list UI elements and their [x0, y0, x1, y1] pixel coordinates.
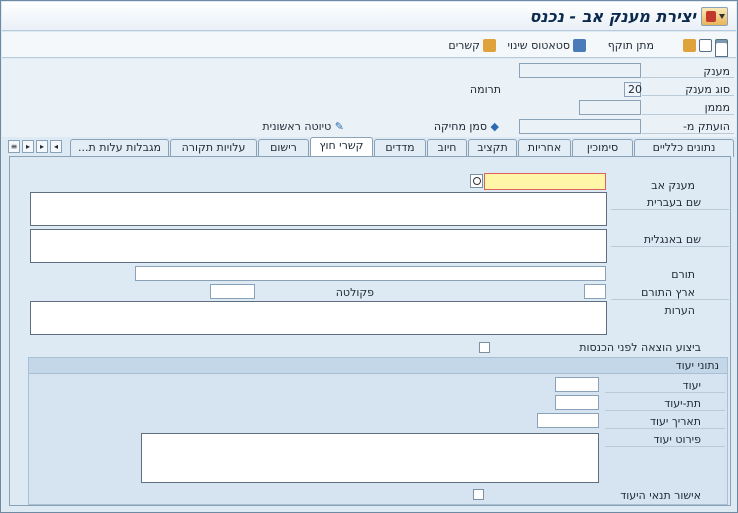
divider: [611, 246, 729, 247]
divider: [605, 392, 725, 393]
divider: [642, 95, 734, 96]
tab-external-relations[interactable]: קשרי חוץ: [310, 137, 373, 157]
tab-scroll-right[interactable]: ▸: [36, 140, 48, 153]
tab-budget[interactable]: תקציב: [468, 139, 517, 157]
divider: [605, 410, 725, 411]
display-document-icon[interactable]: [699, 38, 712, 52]
validate-label: מתן תוקף: [607, 38, 654, 52]
validate-button[interactable]: מתן תוקף: [608, 37, 654, 53]
purpose-section-title: נתוני יעוד: [675, 359, 719, 372]
divider: [642, 77, 734, 78]
donor-label: תורם: [671, 268, 695, 281]
funder-label: מממן: [704, 101, 730, 114]
purpose-terms-label: אישור תנאי היעוד: [620, 489, 701, 502]
parent-grant-label: מענק אב: [651, 179, 695, 192]
tab-list-button[interactable]: ▸: [22, 140, 34, 153]
title-bar: יצירת מענק אב - נכנס: [2, 2, 736, 31]
layout-icon[interactable]: [715, 39, 728, 57]
tab-cost-limits[interactable]: מגבלות עלות ת...: [70, 139, 169, 157]
pre-income-checkbox[interactable]: [479, 342, 490, 353]
purpose-label: יעוד: [682, 379, 701, 392]
page-title: יצירת מענק אב - נכנס: [529, 7, 696, 26]
purpose-detail-label: פירוט יעוד: [653, 433, 701, 446]
tab-metrics[interactable]: מדדים: [374, 139, 426, 157]
create-icon[interactable]: [683, 38, 696, 52]
divider: [605, 446, 725, 447]
grant-type-field[interactable]: 20: [624, 82, 642, 97]
hebrew-name-label: שם בעברית: [646, 196, 701, 209]
tab-general[interactable]: נתונים כלליים: [634, 139, 734, 157]
tb-icons-group: [683, 37, 728, 57]
divider: [611, 209, 729, 210]
notes-field[interactable]: [30, 301, 607, 335]
window-frame: יצירת מענק אב - נכנס מתן תוקף סטאטוס שינ…: [0, 0, 738, 513]
faculty-label: פקולטה: [335, 286, 374, 299]
relations-label: קשרים: [448, 38, 480, 52]
copied-from-field[interactable]: [519, 119, 641, 134]
relations-button[interactable]: קשרים: [448, 37, 496, 53]
purpose-date-field[interactable]: [537, 413, 599, 428]
first-draft-label[interactable]: ✎ טיוטה ראשונית: [262, 120, 344, 133]
system-menu-button[interactable]: [701, 7, 728, 26]
faculty-field[interactable]: [210, 284, 255, 299]
copied-from-label: הועתק מ-: [682, 120, 730, 133]
diamond-icon: ◆: [490, 120, 499, 133]
delete-mark-label[interactable]: ◆ סמן מחיקה: [434, 120, 499, 133]
status-icon: [573, 38, 586, 52]
relations-icon: [483, 38, 496, 52]
grant-field[interactable]: [519, 63, 641, 78]
donor-country-field[interactable]: [584, 284, 606, 299]
tab-billing[interactable]: חיוב: [427, 139, 467, 157]
parent-grant-field[interactable]: [484, 173, 606, 190]
tab-references[interactable]: סימוכין: [572, 139, 633, 157]
tab-menu-button[interactable]: ≡: [8, 140, 20, 153]
donor-country-label: ארץ התורם: [641, 286, 695, 299]
english-name-field[interactable]: [30, 229, 607, 263]
purpose-field[interactable]: [555, 377, 599, 392]
notes-label: הערות: [664, 304, 695, 317]
sub-purpose-field[interactable]: [555, 395, 599, 410]
tab-overhead-costs[interactable]: עלויות תקורה: [170, 139, 257, 157]
funder-field[interactable]: [579, 100, 641, 115]
sap-menu-icon: [706, 11, 716, 22]
grant-type-desc: תרומה: [469, 83, 501, 96]
divider: [605, 428, 725, 429]
donor-field[interactable]: [135, 266, 606, 281]
purpose-section-header: נתוני יעוד: [29, 358, 727, 374]
header-area: מענק סוג מענק 20 תרומה מממן הועתק מ- ◆ ס…: [2, 59, 736, 137]
divider: [642, 114, 734, 115]
divider: [611, 299, 729, 300]
chevron-down-icon: [719, 14, 725, 19]
hebrew-name-field[interactable]: [30, 192, 607, 226]
purpose-date-label: תאריך יעוד: [649, 415, 701, 428]
purpose-section: נתוני יעוד יעוד תת-יעוד תאריך יעוד פירוט…: [28, 357, 728, 505]
tab-scroll-left[interactable]: ◂: [50, 140, 62, 153]
purpose-terms-checkbox[interactable]: [473, 489, 484, 500]
tab-registration[interactable]: רישום: [258, 139, 309, 157]
change-status-label: סטאטוס שינוי: [507, 38, 570, 52]
search-help-icon[interactable]: [470, 174, 483, 188]
application-toolbar: מתן תוקף סטאטוס שינוי קשרים: [2, 32, 736, 58]
pre-income-label: ביצוע הוצאה לפני הכנסות: [579, 341, 701, 354]
edit-icon: ✎: [334, 120, 344, 133]
change-status-button[interactable]: סטאטוס שינוי: [507, 37, 586, 53]
english-name-label: שם באנגלית: [643, 233, 701, 246]
divider: [642, 133, 734, 134]
tab-strip: נתונים כלליים סימוכין אחריות תקציב חיוב …: [2, 137, 736, 157]
purpose-detail-field[interactable]: [141, 433, 599, 483]
tab-responsibility[interactable]: אחריות: [518, 139, 571, 157]
sub-purpose-label: תת-יעוד: [664, 397, 701, 410]
